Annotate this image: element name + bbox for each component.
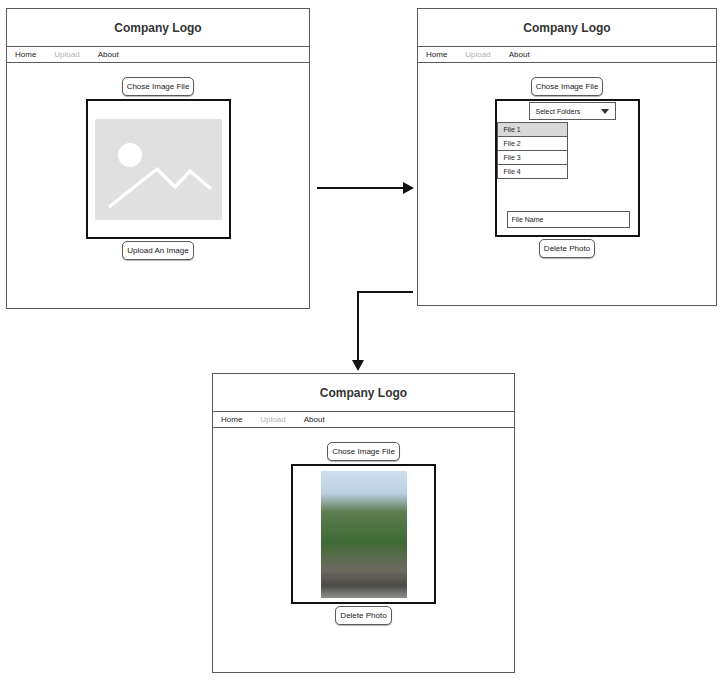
action-button[interactable]: Delete Photo <box>335 606 391 625</box>
file-list: File 1File 2File 3File 4 <box>497 123 568 179</box>
nav-item[interactable]: Upload <box>260 415 285 424</box>
image-frame <box>86 99 231 239</box>
choose-file-button[interactable]: Chose Image File <box>531 77 604 96</box>
nav-item[interactable]: Home <box>15 50 36 59</box>
action-button[interactable]: Upload An Image <box>122 241 193 260</box>
file-item[interactable]: File 2 <box>497 136 568 151</box>
company-logo: Company Logo <box>7 9 309 46</box>
nav-bar: Home Upload About <box>7 46 309 63</box>
flow-arrows-icon <box>0 0 724 685</box>
choose-file-button[interactable]: Chose Image File <box>327 442 400 461</box>
action-button[interactable]: Delete Photo <box>539 239 595 258</box>
nav-item[interactable]: About <box>509 50 530 59</box>
file-name-field[interactable] <box>507 211 630 228</box>
wireframe-flow: Company Logo Home Upload About Chose Image F… <box>0 0 724 685</box>
wireframe-screen: Company Logo Home Upload About Chose Image F… <box>6 8 310 309</box>
company-logo: Company Logo <box>213 374 514 411</box>
company-logo: Company Logo <box>418 9 716 46</box>
folder-dropdown[interactable]: Select Folders <box>529 102 616 120</box>
nav-item[interactable]: Upload <box>465 50 490 59</box>
nav-item[interactable]: Home <box>426 50 447 59</box>
file-item[interactable]: File 1 <box>497 122 568 137</box>
nav-item[interactable]: Home <box>221 415 242 424</box>
choose-file-button[interactable]: Chose Image File <box>122 77 195 96</box>
wireframe-screen: Company Logo Home Upload About Chose Image F… <box>417 8 717 306</box>
nav-bar: Home Upload About <box>213 411 514 428</box>
file-item[interactable]: File 4 <box>497 164 568 179</box>
nav-item[interactable]: About <box>304 415 325 424</box>
image-placeholder-icon <box>95 119 222 220</box>
nav-item[interactable]: Upload <box>54 50 79 59</box>
file-item[interactable]: File 3 <box>497 150 568 165</box>
wireframe-screen: Company Logo Home Upload About Chose Image F… <box>212 373 515 673</box>
uploaded-photo <box>321 471 407 598</box>
nav-item[interactable]: About <box>98 50 119 59</box>
caret-down-icon <box>601 109 609 114</box>
folder-picker: Select Folders File 1File 2File 3File 4 <box>495 99 640 237</box>
nav-bar: Home Upload About <box>418 46 716 63</box>
image-frame <box>291 464 436 604</box>
